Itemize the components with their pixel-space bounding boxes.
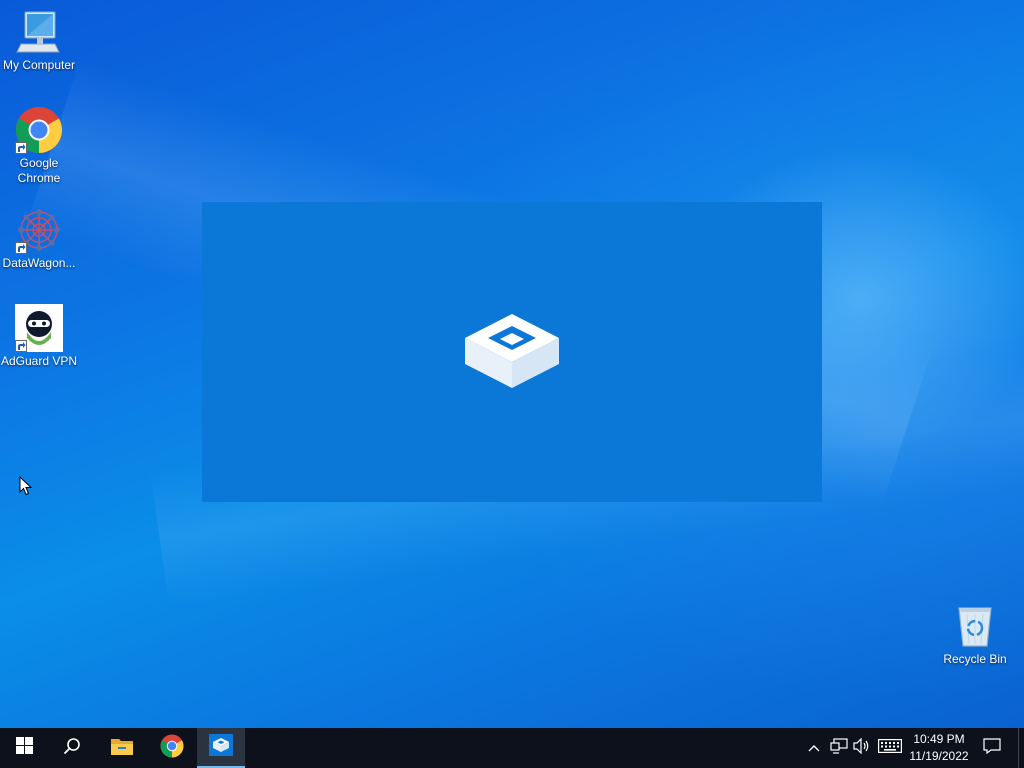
network-icon bbox=[830, 737, 848, 759]
desktop: My Computer Google Chrome DataWagon... A… bbox=[0, 0, 1024, 728]
network-button[interactable] bbox=[828, 728, 850, 768]
sandbox-box-icon bbox=[462, 310, 562, 395]
clock-date: 11/19/2022 bbox=[909, 749, 969, 763]
volume-icon bbox=[853, 737, 871, 759]
desktop-icon-label: AdGuard VPN bbox=[0, 354, 78, 368]
show-desktop-button[interactable] bbox=[1018, 728, 1024, 768]
chrome-icon bbox=[160, 734, 184, 763]
search-button[interactable] bbox=[48, 728, 96, 768]
sandbox-taskbar-button[interactable] bbox=[197, 728, 245, 768]
adguard-vpn-icon bbox=[15, 304, 63, 352]
volume-button[interactable] bbox=[851, 728, 873, 768]
desktop-icon-label: Google Chrome bbox=[17, 156, 61, 185]
chrome-taskbar-button[interactable] bbox=[148, 728, 196, 768]
start-icon bbox=[15, 737, 33, 759]
recycle-bin-icon bbox=[951, 602, 999, 650]
sandbox-splash-window[interactable] bbox=[202, 202, 822, 502]
mouse-cursor-icon bbox=[19, 475, 33, 501]
notification-icon bbox=[983, 737, 1001, 759]
start-button[interactable] bbox=[0, 728, 48, 768]
clock-time: 10:49 PM bbox=[913, 732, 965, 746]
taskbar: 10:49 PM 11/19/2022 bbox=[0, 728, 1024, 768]
shortcut-arrow-icon bbox=[15, 142, 27, 154]
file-explorer-button[interactable] bbox=[98, 728, 146, 768]
chevron-up-icon bbox=[808, 739, 820, 757]
shortcut-arrow-icon bbox=[15, 242, 27, 254]
chrome-icon bbox=[15, 106, 63, 154]
show-hidden-icons-button[interactable] bbox=[805, 728, 823, 768]
desktop-icon-datawagon[interactable]: DataWagon... bbox=[0, 206, 78, 271]
sandbox-box-icon bbox=[209, 733, 233, 761]
computer-icon bbox=[15, 8, 63, 56]
desktop-icon-adguard-vpn[interactable]: AdGuard VPN bbox=[0, 304, 78, 369]
keyboard-icon bbox=[878, 738, 902, 758]
clock-button[interactable]: 10:49 PM 11/19/2022 bbox=[903, 731, 975, 765]
datawagon-icon bbox=[15, 206, 63, 254]
desktop-icon-label: Recycle Bin bbox=[943, 652, 1007, 666]
touch-keyboard-button[interactable] bbox=[876, 728, 904, 768]
desktop-icon-my-computer[interactable]: My Computer bbox=[0, 8, 78, 73]
desktop-icon-recycle-bin[interactable]: Recycle Bin bbox=[936, 602, 1014, 667]
search-icon bbox=[63, 737, 81, 760]
shortcut-arrow-icon bbox=[15, 340, 27, 352]
action-center-button[interactable] bbox=[980, 728, 1004, 768]
desktop-icon-google-chrome[interactable]: Google Chrome bbox=[0, 106, 78, 186]
desktop-icon-label: My Computer bbox=[2, 58, 76, 72]
file-explorer-icon bbox=[110, 736, 134, 761]
desktop-icon-label: DataWagon... bbox=[2, 256, 76, 270]
